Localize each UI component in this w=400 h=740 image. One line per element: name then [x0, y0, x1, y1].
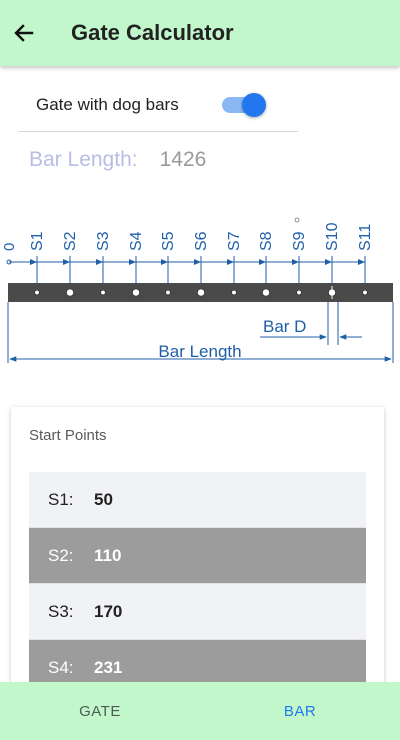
start-point-value: 231: [94, 657, 123, 677]
bar-length-label: Bar Length:: [29, 148, 138, 171]
start-points-title: Start Points: [29, 427, 107, 444]
slot-arrowhead: [227, 259, 234, 265]
slot-arrowhead: [259, 259, 266, 265]
slot-label: S10: [324, 222, 341, 251]
slot-label: S1: [29, 231, 46, 251]
slot-arrowhead: [63, 259, 70, 265]
slot-label: S7: [226, 231, 243, 251]
start-point-name: S1:: [48, 489, 74, 509]
page-title: Gate Calculator: [71, 20, 234, 45]
dog-bars-label: Gate with dog bars: [36, 94, 179, 114]
nav-tab-gate[interactable]: GATE: [0, 682, 200, 740]
slot-label: S6: [193, 231, 210, 251]
bar-hole: [262, 288, 270, 297]
bar-hole: [34, 289, 40, 296]
arrow-left-icon: [14, 24, 34, 42]
bar-hole: [132, 288, 140, 297]
start-points-card: Start Points S1: 50 S2: 110 S3: 170 S4: …: [11, 407, 384, 697]
slot-arrowhead: [96, 259, 103, 265]
bar-length-value[interactable]: 1426: [160, 148, 207, 172]
bar-length-display: Bar Length: 1426: [29, 148, 206, 172]
slot-label: S4: [128, 231, 145, 251]
slot-label: S9: [291, 231, 308, 251]
slot-arrowhead: [194, 259, 201, 265]
back-button[interactable]: [4, 13, 44, 53]
bar-diagram: 0 S1 S2 S3 S4 S5 S6 S7 S8 S9 S10 S11 Bar D Bar Leng…: [1, 217, 394, 363]
bar-hole: [100, 289, 106, 296]
slot-label: S2: [62, 231, 79, 251]
slot-arrowhead: [129, 259, 136, 265]
dog-bars-toggle[interactable]: [220, 93, 266, 117]
bar-hole: [66, 288, 74, 297]
start-point-row: S2: 110: [29, 528, 366, 584]
slot-arrowhead: [325, 259, 332, 265]
bottom-navigation: GATE BAR: [0, 682, 400, 740]
start-points-list: S1: 50 S2: 110 S3: 170 S4: 231: [29, 472, 366, 696]
start-point-name: S4:: [48, 657, 74, 677]
start-point-row: S3: 170: [29, 584, 366, 640]
start-point-name: S2:: [48, 545, 74, 565]
bar-d-label: Bar D: [263, 317, 306, 336]
slot-arrowhead: [161, 259, 168, 265]
slot-arrowhead: [358, 259, 365, 265]
bar-hole: [231, 289, 237, 296]
bar-hole: [362, 289, 368, 296]
bar-length-dimension-label: Bar Length: [158, 342, 241, 361]
slot-marker: [294, 217, 300, 223]
bar-hole: [165, 289, 171, 296]
bar-hole: [197, 288, 205, 297]
start-point-value: 110: [94, 545, 122, 565]
dog-bars-option: Gate with dog bars: [18, 78, 298, 132]
app-bar: Gate Calculator: [0, 0, 400, 66]
slot-arrowhead: [30, 259, 37, 265]
slot-label: S8: [258, 231, 275, 251]
start-point-name: S3:: [48, 601, 74, 621]
start-point-value: 50: [94, 489, 113, 509]
slot-label: S3: [95, 231, 112, 251]
bar-hole: [296, 289, 302, 296]
nav-tab-bar[interactable]: BAR: [200, 682, 400, 740]
slot-label: S11: [357, 224, 374, 251]
slot-label: S5: [160, 231, 177, 251]
toggle-thumb: [242, 93, 266, 117]
start-point-row: S1: 50: [29, 472, 366, 528]
slot-arrowhead: [292, 259, 299, 265]
start-point-value: 170: [94, 601, 123, 621]
origin-label: 0: [1, 243, 18, 251]
